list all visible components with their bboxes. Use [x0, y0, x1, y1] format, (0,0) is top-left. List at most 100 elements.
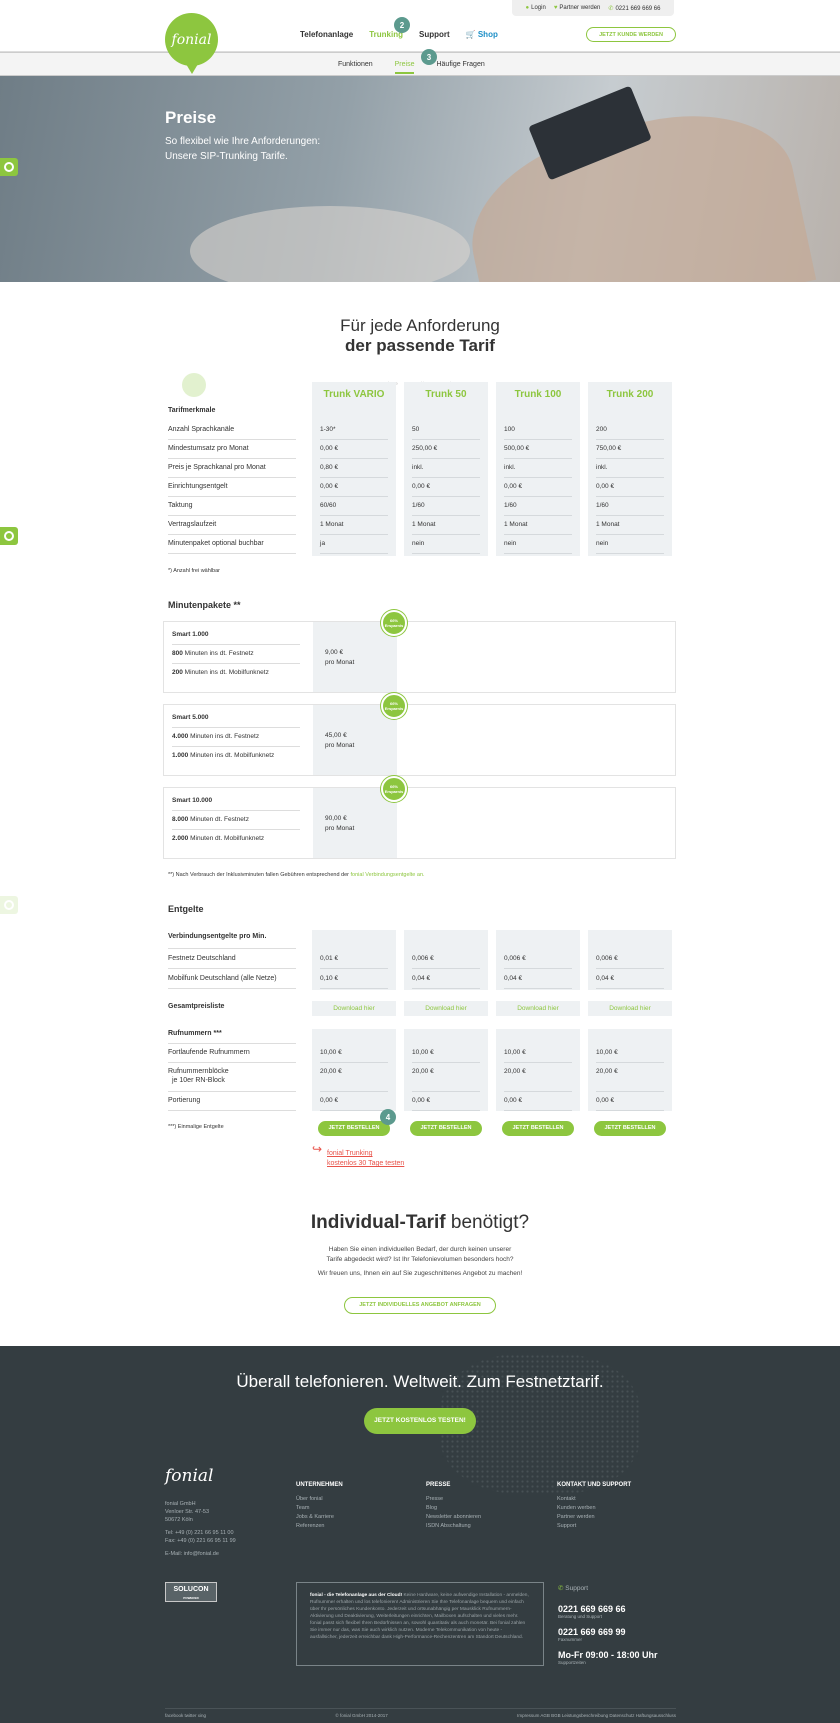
feedback-tab-icon[interactable]	[0, 158, 18, 176]
number-fee-label: Rufnummernblöcke je 10er RN-Block	[168, 1063, 296, 1092]
footer-link[interactable]: Kunden werben	[557, 1504, 631, 1513]
feature-value: 1 Monat	[320, 516, 388, 535]
hero-title: Preise	[165, 108, 217, 127]
footer-link[interactable]: Blog	[426, 1504, 481, 1513]
number-fee-value: 20,00 €	[596, 1063, 664, 1092]
footer-address: fonial GmbH Venloer Str. 47-53 50672 Köln T…	[165, 1500, 236, 1558]
feature-value: 100	[504, 421, 572, 440]
feature-label: Anzahl Sprachkanäle	[168, 421, 296, 440]
feature-value: 0,00 €	[504, 478, 572, 497]
solucon-logo: SOLUCON POWERED	[165, 1582, 217, 1602]
nav-support[interactable]: Support	[419, 30, 450, 39]
footer-link[interactable]: Newsletter abonnieren	[426, 1513, 481, 1522]
minute-package: Smart 1.000 800 Minuten ins dt. Festnetz 2…	[163, 621, 676, 693]
footer-col-title: KONTAKT UND SUPPORT	[557, 1482, 632, 1488]
footer-link[interactable]: Team	[296, 1504, 343, 1513]
address-line[interactable]: E-Mail: info@fonial.de	[165, 1550, 236, 1558]
numbers-title: Rufnummern ***	[168, 1030, 296, 1044]
about-box: fonial - die Telefonanlage aus der Cloud…	[296, 1582, 544, 1666]
sub-nav: Funktionen Preise Häufige Fragen	[0, 52, 840, 76]
subnav-faq[interactable]: Häufige Fragen	[436, 61, 484, 74]
individual-offer-button[interactable]: JETZT INDIVIDUELLES ANGEBOT ANFRAGEN	[344, 1297, 496, 1314]
section-title-line2: der passende Tarif	[345, 336, 495, 355]
package-line: 2.000 Minuten dt. Mobilfunknetz	[172, 835, 265, 842]
tariff-name: Trunk 50	[425, 389, 467, 400]
social-links[interactable]: facebook twitter xing	[165, 1713, 206, 1718]
footnote-3: ***) Einmalige Entgelte	[168, 1124, 224, 1130]
individual-text: Haben Sie einen individuellen Bedarf, de…	[326, 1246, 514, 1263]
package-line: 1.000 Minuten ins dt. Mobilfunknetz	[172, 752, 275, 759]
feature-value: 250,00 €	[412, 440, 480, 459]
order-vario-button[interactable]: JETZT BESTELLEN	[318, 1121, 390, 1136]
subnav-preise[interactable]: Preise	[394, 61, 415, 74]
footer-col-title: PRESSE	[426, 1482, 451, 1488]
feature-value: nein	[412, 535, 480, 554]
hero-subtitle: So flexibel wie Ihre Anforderungen: Unser…	[165, 136, 321, 162]
number-fee-label: Fortlaufende Rufnummern	[168, 1044, 296, 1063]
package-line: 800 Minuten ins dt. Festnetz	[172, 645, 300, 664]
logo[interactable]: fonial	[165, 13, 218, 74]
minute-package: Smart 5.000 4.000 Minuten ins dt. Festnet…	[163, 704, 676, 776]
saving-badge: 66% Ersparnis	[381, 776, 407, 802]
subnav-funktionen[interactable]: Funktionen	[338, 61, 373, 74]
number-fee-value: 20,00 €	[412, 1063, 480, 1092]
connection-fees-link[interactable]: fonial Verbindungsentgelte an.	[351, 872, 425, 878]
chat-tab-icon[interactable]	[0, 527, 18, 545]
feature-value: nein	[504, 535, 572, 554]
number-fee-value: 0,00 €	[504, 1092, 572, 1111]
become-customer-button[interactable]: JETZT KUNDE WERDEN	[586, 27, 676, 42]
nav-shop[interactable]: 🛒 Shop	[466, 30, 498, 39]
user-icon: ●	[525, 5, 530, 11]
footer-col-press: PRESSE Presse Blog Newsletter abonnieren ISD…	[426, 1482, 481, 1531]
number-fee-value: 10,00 €	[596, 1044, 664, 1063]
login-link[interactable]: ● Login	[526, 5, 546, 11]
legal-links[interactable]: Impressum AGB BGB Leistungsbeschreibung …	[517, 1713, 676, 1718]
order-50-button[interactable]: JETZT BESTELLEN	[410, 1121, 482, 1136]
footer-col-title: UNTERNEHMEN	[296, 1482, 343, 1488]
feature-value: 1 Monat	[412, 516, 480, 535]
footer-link[interactable]: Support	[557, 1522, 631, 1531]
download-price-list-link[interactable]: Download hier	[588, 1001, 672, 1016]
package-line: 200 Minuten ins dt. Mobilfunknetz	[172, 669, 269, 676]
footer-link[interactable]: Kontakt	[557, 1495, 631, 1504]
nav-telefonanlage[interactable]: Telefonanlage	[300, 30, 353, 39]
download-price-list-link[interactable]: Download hier	[312, 1001, 396, 1016]
fax-number: 0221 669 669 99	[558, 1627, 626, 1637]
fee-value: 0,04 €	[596, 970, 664, 989]
side-tab-icon[interactable]	[0, 896, 18, 914]
feature-value: 0,00 €	[320, 440, 388, 459]
order-200-button[interactable]: JETZT BESTELLEN	[594, 1121, 666, 1136]
feature-value: inkl.	[596, 459, 664, 478]
footnote-2: **) Nach Verbrauch der Inklusivminuten f…	[168, 872, 425, 878]
footer-link[interactable]: Über fonial	[296, 1495, 343, 1504]
fee-value: 0,006 €	[596, 950, 664, 969]
feature-value: 60/60	[320, 497, 388, 516]
footer-link[interactable]: Presse	[426, 1495, 481, 1504]
test-free-button[interactable]: JETZT KOSTENLOS TESTEN!	[364, 1408, 476, 1434]
feature-value: nein	[596, 535, 664, 554]
footer-link[interactable]: Jobs & Karriere	[296, 1513, 343, 1522]
utility-bar: ● Login ♥ Partner werden ✆ 0221 669 669 66	[512, 0, 674, 16]
feature-label: Minutenpaket optional buchbar	[168, 535, 296, 554]
fee-value: 0,01 €	[320, 950, 388, 969]
partner-link[interactable]: ♥ Partner werden	[554, 5, 601, 11]
feature-value: 0,00 €	[320, 478, 388, 497]
download-price-list-link[interactable]: Download hier	[404, 1001, 488, 1016]
support-phone[interactable]: 0221 669 669 66	[558, 1604, 678, 1614]
footer-link[interactable]: Referenzen	[296, 1522, 343, 1531]
individual-text-2: Wir freuen uns, Ihnen ein auf Sie zugesc…	[317, 1270, 523, 1277]
download-price-list-link[interactable]: Download hier	[496, 1001, 580, 1016]
header	[0, 0, 840, 52]
step-badge: 4	[380, 1109, 396, 1125]
cart-icon: 🛒	[465, 30, 478, 39]
footer-link[interactable]: ISDN Abschaltung	[426, 1522, 481, 1531]
feature-value: inkl.	[504, 459, 572, 478]
tariff-name: Trunk VARIO	[323, 389, 385, 400]
footer-link[interactable]: Partner werden	[557, 1513, 631, 1522]
tarif-features-header: Tarifmerkmale	[168, 407, 216, 414]
phone-link[interactable]: ✆ 0221 669 669 66	[608, 5, 660, 12]
footer-logo[interactable]: fonial	[165, 1466, 214, 1486]
package-line: 8.000 Minuten dt. Festnetz	[172, 811, 300, 830]
free-trial-link[interactable]: fonial Trunking kostenlos 30 Tage testen	[327, 1149, 404, 1169]
order-100-button[interactable]: JETZT BESTELLEN	[502, 1121, 574, 1136]
